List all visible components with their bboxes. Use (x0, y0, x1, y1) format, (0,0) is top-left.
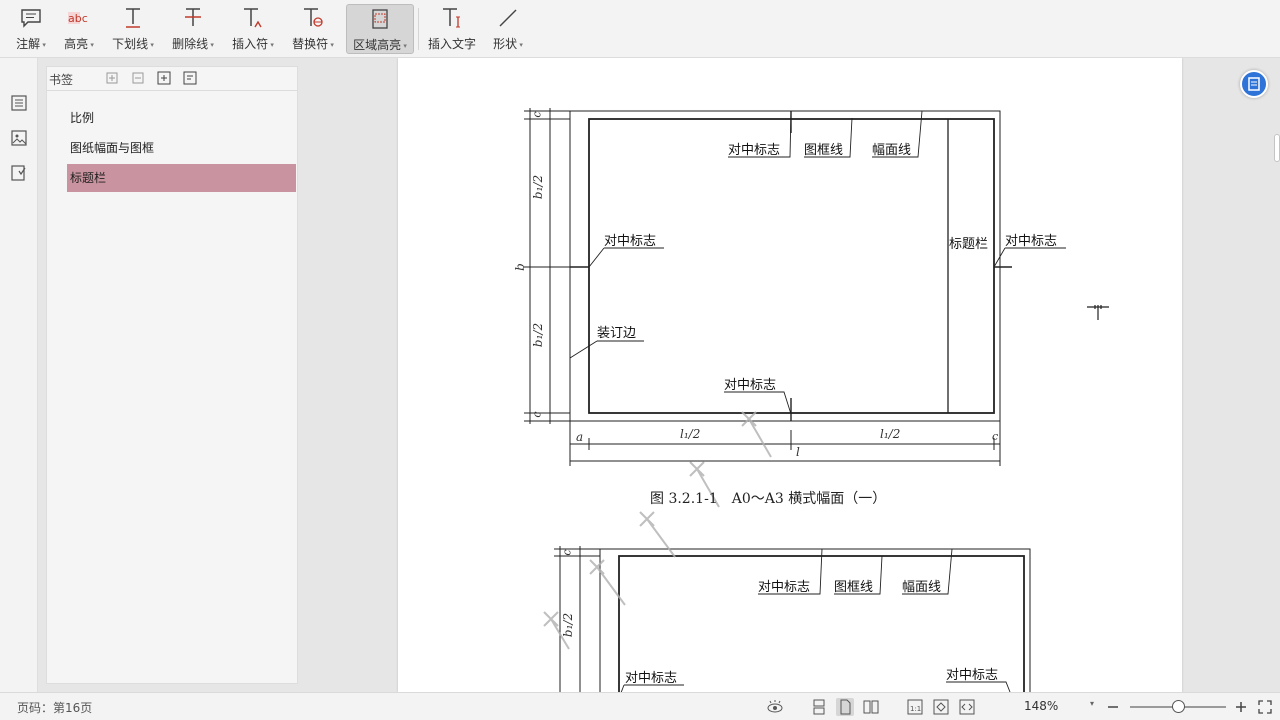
bookmark-item-label: 图纸幅面与图框 (70, 141, 155, 155)
fig1-center-mark-top: 对中标志 (728, 143, 781, 158)
thumbnail-icon[interactable] (10, 129, 28, 147)
fig1-dim-a: a (576, 430, 584, 444)
fig1-dim-c-right: c (992, 430, 999, 443)
figure-caption: 图 3.2.1-1 A0～A3 横式幅面（一） (650, 491, 887, 507)
scrollbar-thumb[interactable] (1274, 134, 1280, 162)
fig2-center-mark-top: 对中标志 (758, 580, 811, 595)
fig1-title-block-label: 标题栏 (949, 237, 989, 252)
eye-protect-icon[interactable] (766, 698, 784, 716)
fig1-dim-c-bottom: c (530, 411, 544, 418)
fit-width-icon[interactable] (958, 698, 976, 716)
replace-icon (302, 4, 324, 32)
strikethrough-tool[interactable]: 删除线 (168, 4, 218, 54)
insert-text-tool-label: 插入文字 (427, 37, 476, 51)
document-page: 对中标志 图框线 幅面线 对中标志 标题栏 对中标志 装订边 对中标志 c b₁… (398, 58, 1182, 692)
single-page-icon[interactable] (836, 698, 854, 716)
fig1-dim-b: b (512, 263, 527, 271)
underline-icon (123, 4, 143, 32)
fig2-dim-c-top: c (560, 549, 574, 556)
zoom-slider[interactable] (1130, 700, 1226, 713)
svg-text:1:1: 1:1 (910, 705, 921, 713)
comment-icon (20, 4, 42, 32)
zoom-level[interactable]: 148% (1024, 699, 1058, 713)
zoom-out-icon[interactable] (1104, 698, 1122, 716)
side-rail (0, 58, 38, 692)
two-page-icon[interactable] (862, 698, 880, 716)
floating-doc-icon (1248, 77, 1260, 91)
insert-caret-tool-label: 插入符 (232, 35, 274, 52)
fig1-dim-l1-right: l₁/2 (880, 427, 901, 441)
page-number: 页码：第16页 (17, 701, 93, 715)
status-bar: 页码：第16页 1:1 148% ▾ (0, 692, 1280, 720)
fullscreen-icon[interactable] (1256, 698, 1274, 716)
insert-text-tool[interactable]: 插入文字 (426, 4, 478, 54)
annotation-toolbar: 注解 abc 高亮 下划线 删除线 插入符 替换符 区域高亮 (0, 0, 1280, 58)
bookmark-panel-icon[interactable] (10, 164, 28, 182)
fit-page-icon[interactable] (932, 698, 950, 716)
insert-caret-icon (242, 4, 264, 32)
fig1-center-mark-right: 对中标志 (1005, 234, 1058, 249)
bookmark-item-title-block[interactable]: 标题栏 (67, 164, 296, 192)
area-highlight-tool[interactable]: 区域高亮 (346, 4, 414, 54)
fig2-center-mark-left: 对中标志 (625, 671, 678, 686)
floating-tool-button[interactable] (1240, 70, 1268, 98)
actual-size-icon[interactable]: 1:1 (906, 698, 924, 716)
fig1-dim-b1-upper: b₁/2 (531, 174, 546, 200)
fig1-sheet-line-label: 幅面线 (872, 143, 912, 158)
fig1-center-mark-bottom: 对中标志 (724, 378, 777, 393)
underline-tool-label: 下划线 (112, 35, 154, 52)
highlight-abc-icon: abc (67, 4, 91, 32)
comment-tool-label: 注解 (16, 35, 46, 52)
fig1-center-mark-left: 对中标志 (604, 234, 657, 249)
fig1-dim-b1-lower: b₁/2 (531, 322, 546, 348)
fig2-sheet-line-label: 幅面线 (902, 580, 942, 595)
svg-text:abc: abc (68, 12, 88, 25)
zoom-dropdown-icon[interactable]: ▾ (1090, 699, 1094, 708)
replace-tool-label: 替换符 (292, 35, 334, 52)
add-bookmark-icon[interactable] (157, 71, 171, 85)
replace-tool[interactable]: 替换符 (288, 4, 338, 54)
bookmark-item-label: 比例 (70, 111, 95, 125)
edit-bookmark-icon[interactable] (183, 71, 197, 85)
area-highlight-tool-label: 区域高亮 (353, 36, 407, 53)
shape-tool-label: 形状 (493, 35, 523, 52)
bookmark-item-label: 标题栏 (70, 171, 107, 185)
vertical-scrollbar[interactable] (1272, 70, 1280, 690)
strikethrough-icon (183, 4, 203, 32)
bookmark-panel-title: 书签 (49, 73, 74, 87)
shape-line-icon (497, 4, 519, 32)
fig2-frame-line-label: 图框线 (834, 580, 874, 595)
zoom-slider-knob[interactable] (1172, 700, 1185, 713)
collapse-all-icon[interactable] (131, 71, 145, 85)
shape-tool[interactable]: 形状 (488, 4, 528, 54)
comment-tool[interactable]: 注解 (12, 4, 50, 54)
fig2-dim-b1-upper: b₁/2 (561, 612, 576, 638)
insert-text-icon (441, 4, 463, 32)
continuous-page-icon[interactable] (810, 698, 828, 716)
fig1-binding-edge-label: 装订边 (597, 326, 637, 341)
outline-icon[interactable] (10, 94, 28, 112)
bookmark-item-scale[interactable]: 比例 (67, 104, 296, 132)
crosshair-cursor-icon (1087, 305, 1109, 320)
fig2-center-mark-right: 对中标志 (946, 668, 999, 683)
insert-caret-tool[interactable]: 插入符 (228, 4, 278, 54)
bookmark-item-sheet-size[interactable]: 图纸幅面与图框 (67, 134, 296, 162)
fig1-dim-l: l (796, 445, 800, 459)
highlight-tool-label: 高亮 (64, 35, 94, 52)
fig1-dim-c-top: c (530, 111, 544, 118)
bookmark-panel: 书签 比例 图纸幅面与图框 标题栏 (46, 66, 298, 684)
toolbar-divider (418, 8, 419, 50)
drawing-figure (524, 108, 1109, 692)
highlight-tool[interactable]: abc 高亮 (60, 4, 98, 54)
bookmark-panel-header: 书签 (47, 67, 297, 91)
document-viewer[interactable]: 对中标志 图框线 幅面线 对中标志 标题栏 对中标志 装订边 对中标志 c b₁… (306, 58, 1280, 692)
zoom-in-icon[interactable] (1232, 698, 1250, 716)
fig1-frame-line-label: 图框线 (804, 143, 844, 158)
strikethrough-tool-label: 删除线 (172, 35, 214, 52)
expand-all-icon[interactable] (105, 71, 119, 85)
fig1-dim-l1-left: l₁/2 (680, 427, 701, 441)
area-highlight-icon (370, 5, 390, 33)
underline-tool[interactable]: 下划线 (108, 4, 158, 54)
